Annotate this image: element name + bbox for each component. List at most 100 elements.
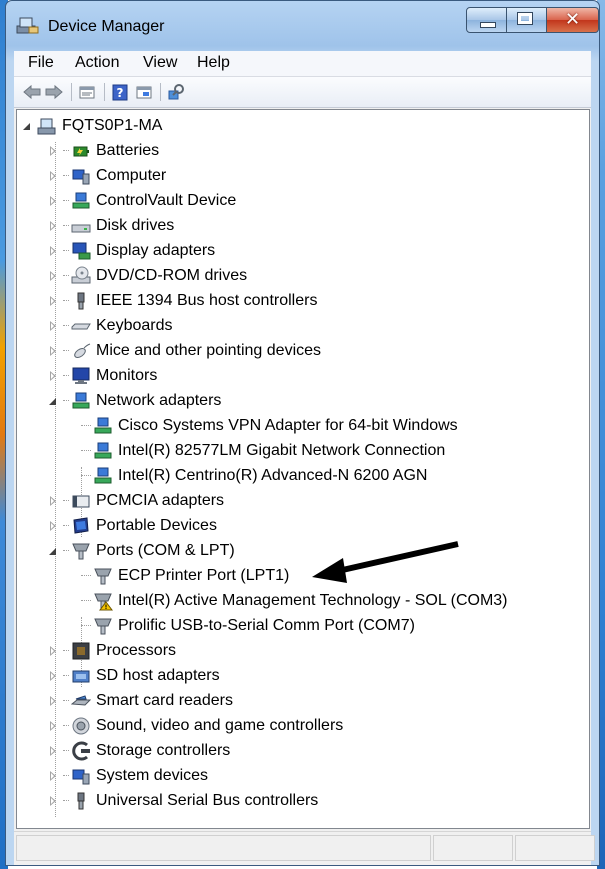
tree-node-keyboards[interactable]: Keyboards [47,314,173,338]
tree-node-computer[interactable]: Computer [47,164,166,188]
expand-arrow-icon[interactable] [47,745,59,757]
tree-node-network-adapters[interactable]: Network adapters [47,389,221,413]
minimize-button[interactable] [466,7,507,33]
tree-label: Universal Serial Bus controllers [96,792,319,809]
expand-arrow-icon[interactable] [47,245,59,257]
properties-icon[interactable] [77,82,97,102]
tree-node-processors[interactable]: Processors [47,639,176,663]
expand-arrow-icon[interactable] [47,795,59,807]
tree-node-portable-devices[interactable]: Portable Devices [47,514,217,538]
tree-node-mice[interactable]: Mice and other pointing devices [47,339,321,363]
battery-icon [73,146,89,157]
status-pane-main [16,835,431,861]
tree-node-sound[interactable]: Sound, video and game controllers [47,714,343,738]
expand-arrow-icon[interactable] [47,295,59,307]
tree-node-intel-amt-sol[interactable]: Intel(R) Active Management Technology - … [81,589,508,613]
expand-arrow-icon[interactable] [47,520,59,532]
tree-node-display-adapters[interactable]: Display adapters [47,239,215,263]
tree-label: Portable Devices [96,517,217,534]
tree-node-smart-card[interactable]: Smart card readers [47,689,233,713]
tree-dots [63,675,69,677]
menu-view[interactable]: View [143,54,177,72]
disk-drive-icon [71,224,91,233]
tree-node-controlvault[interactable]: ControlVault Device [47,189,236,213]
tree-node-disk-drives[interactable]: Disk drives [47,214,174,238]
tree-node-intel-gigabit[interactable]: Intel(R) 82577LM Gigabit Network Connect… [81,439,445,463]
tree-label: Display adapters [96,242,216,259]
tree-label: ECP Printer Port (LPT1) [118,567,290,584]
sd-adapter-icon [72,670,90,683]
tree-node-usb[interactable]: Universal Serial Bus controllers [47,789,318,813]
tree-dots [63,200,69,202]
expand-arrow-icon[interactable] [47,270,59,282]
tree-dots [63,275,69,277]
tree-label: SD host adapters [96,667,220,684]
expand-arrow-icon[interactable] [47,145,59,157]
expand-arrow-icon[interactable] [47,670,59,682]
tree-node-storage-controllers[interactable]: Storage controllers [47,739,230,763]
expand-arrow-icon[interactable] [47,345,59,357]
storage-controller-icon [72,741,90,761]
dvd-drive-icon [71,266,91,284]
menu-action[interactable]: Action [75,54,119,72]
tree-node-pcmcia[interactable]: PCMCIA adapters [47,489,224,513]
back-arrow-icon[interactable] [22,82,42,102]
expand-arrow-icon[interactable] [47,545,59,557]
tree-node-system-devices[interactable]: System devices [47,764,208,788]
expand-arrow-icon[interactable] [47,195,59,207]
tree-node-ieee1394[interactable]: IEEE 1394 Bus host controllers [47,289,317,313]
maximize-button[interactable] [507,7,547,33]
close-icon: ✕ [564,9,581,30]
update-driver-icon[interactable] [134,82,154,102]
tree-node-intel-centrino[interactable]: Intel(R) Centrino(R) Advanced-N 6200 AGN [81,464,427,488]
expand-arrow-icon[interactable] [47,395,59,407]
expand-arrow-icon[interactable] [47,370,59,382]
tree-node-ports[interactable]: Ports (COM & LPT) [47,539,235,563]
tree-node-ecp-printer-port[interactable]: ECP Printer Port (LPT1) [81,564,289,588]
menu-file[interactable]: File [28,54,54,72]
forward-arrow-icon[interactable] [44,82,64,102]
expand-arrow-icon[interactable] [47,720,59,732]
tree-node-batteries[interactable]: Batteries [47,139,159,163]
expand-arrow-icon[interactable] [47,645,59,657]
toolbar: ? [14,77,591,108]
expand-arrow-icon[interactable] [47,320,59,332]
tree-dots [81,425,91,427]
close-button[interactable]: ✕ [547,7,599,33]
expand-arrow-icon[interactable] [21,120,33,132]
tree-label: IEEE 1394 Bus host controllers [96,292,318,309]
svg-text:?: ? [117,86,124,100]
tree-root-node[interactable]: FQTS0P1-MA [21,114,162,138]
tree-node-cisco-vpn[interactable]: Cisco Systems VPN Adapter for 64-bit Win… [81,414,458,438]
toolbar-separator [104,83,105,101]
computer-root-icon [37,118,56,135]
expand-arrow-icon[interactable] [47,220,59,232]
device-tree[interactable]: FQTS0P1-MA Batteries Computer ControlVau… [16,109,590,829]
title-bar[interactable]: Device Manager ✕ [6,1,599,51]
tree-dots [81,625,91,627]
tree-node-dvd-drives[interactable]: DVD/CD-ROM drives [47,264,247,288]
tree-dots [63,300,69,302]
expand-arrow-icon[interactable] [47,695,59,707]
client-area: File Action View Help ? FQTS0P1-MA Batte… [14,51,595,865]
tree-label: Intel(R) Centrino(R) Advanced-N 6200 AGN [118,467,428,484]
tree-node-sd-host[interactable]: SD host adapters [47,664,220,688]
tree-dots [63,225,69,227]
tree-dots [63,325,69,327]
processor-icon [72,642,90,660]
help-icon[interactable]: ? [110,82,130,102]
tree-label: Smart card readers [96,692,233,709]
tree-dots [81,475,91,477]
scan-hardware-icon[interactable] [166,82,186,102]
expand-arrow-icon[interactable] [47,495,59,507]
window-title: Device Manager [48,18,165,35]
status-bar [14,831,595,864]
tree-node-monitors[interactable]: Monitors [47,364,157,388]
tree-dots [63,800,69,802]
device-manager-window: Device Manager ✕ File Action View Help ?… [5,0,600,866]
expand-arrow-icon[interactable] [47,770,59,782]
menu-help[interactable]: Help [197,54,230,72]
tree-dots [81,600,91,602]
expand-arrow-icon[interactable] [47,170,59,182]
tree-node-prolific-usb-serial[interactable]: Prolific USB-to-Serial Comm Port (COM7) [81,614,415,638]
